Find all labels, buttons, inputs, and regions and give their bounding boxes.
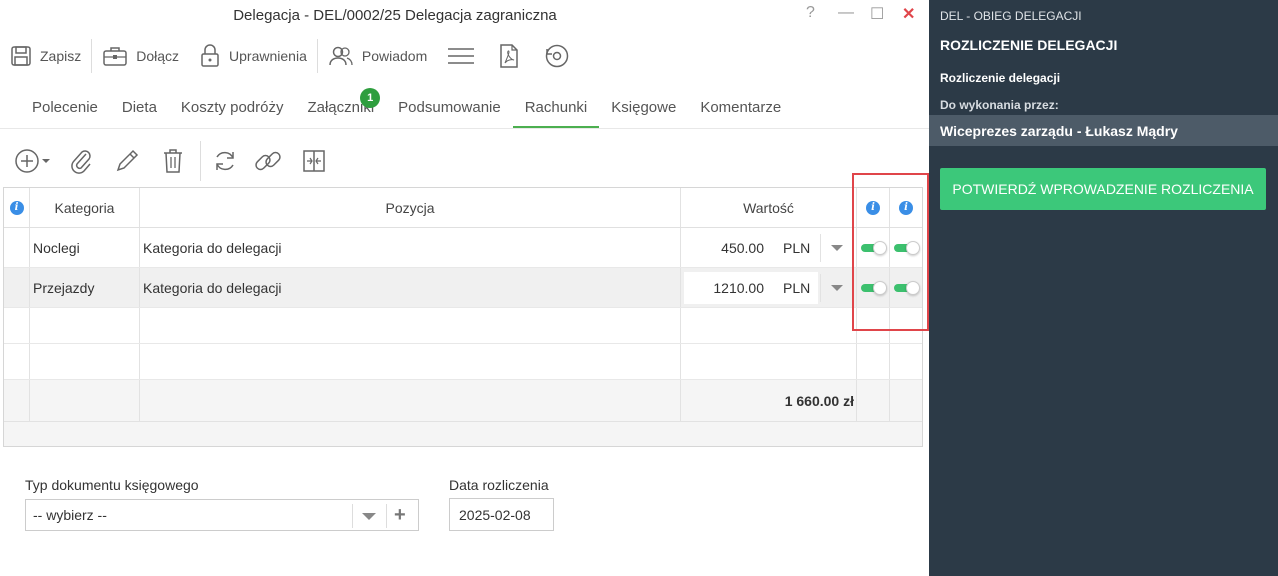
- permissions-label: Uprawnienia: [229, 48, 307, 64]
- toggle-columns-highlight: [852, 173, 929, 331]
- row-category: Przejazdy: [33, 279, 95, 296]
- workflow-name: DEL - OBIEG DELEGACJI: [940, 9, 1082, 23]
- help-icon[interactable]: ?: [806, 4, 815, 22]
- link-icon: [255, 151, 281, 171]
- chevron-down-icon[interactable]: [362, 513, 376, 520]
- total-value: 1 660.00 zł: [784, 392, 854, 409]
- split-button[interactable]: [291, 141, 337, 181]
- row-category: Noclegi: [33, 239, 80, 256]
- hamburger-icon: [448, 48, 475, 64]
- currency-dropdown-icon[interactable]: [831, 285, 843, 291]
- floppy-icon: [11, 46, 31, 66]
- delete-row-button[interactable]: [150, 141, 196, 181]
- window-title: Delegacja - DEL/0002/25 Delegacja zagran…: [233, 7, 557, 24]
- title-bar: Delegacja - DEL/0002/25 Delegacja zagran…: [0, 0, 929, 32]
- maximize-icon[interactable]: ☐: [870, 4, 884, 24]
- header-position[interactable]: Pozycja: [140, 188, 681, 227]
- permissions-button[interactable]: Uprawnienia: [189, 38, 317, 74]
- tab-bar: Polecenie Dieta Koszty podróży Załącznik…: [20, 88, 793, 128]
- header-value[interactable]: Wartość: [681, 188, 857, 227]
- tab-podsumowanie[interactable]: Podsumowanie: [386, 92, 513, 128]
- tab-rachunki[interactable]: Rachunki: [512, 92, 600, 128]
- attach-button[interactable]: Dołącz: [92, 38, 189, 74]
- attachments-count-badge: 1: [360, 88, 381, 108]
- grid-header-row: i Kategoria Pozycja Wartość i i: [4, 188, 922, 228]
- tab-komentarze[interactable]: Komentarze: [688, 92, 793, 128]
- users-icon: [329, 46, 353, 66]
- notify-label: Powiadom: [361, 48, 428, 64]
- refresh-button[interactable]: [205, 141, 245, 181]
- empty-row[interactable]: [4, 344, 922, 380]
- confirm-settlement-button[interactable]: POTWIERDŹ WPROWADZENIE ROZLICZENIA: [940, 168, 1266, 210]
- add-circle-icon: [15, 149, 39, 173]
- row-position: Kategoria do delegacji: [143, 239, 282, 256]
- close-icon[interactable]: ✕: [902, 4, 915, 24]
- row-currency: PLN: [783, 239, 811, 256]
- tab-zalaczniki[interactable]: Załączniki 1: [295, 88, 386, 128]
- history-button[interactable]: [533, 38, 581, 74]
- row-value: 450.00: [721, 239, 764, 256]
- main-toolbar: Zapisz Dołącz Uprawnienia Powiadom: [0, 38, 581, 74]
- doc-type-select[interactable]: -- wybierz -- +: [25, 499, 419, 531]
- save-label: Zapisz: [40, 48, 82, 64]
- workflow-heading: ROZLICZENIE DELEGACJI: [940, 37, 1118, 53]
- row-currency: PLN: [783, 279, 811, 296]
- row-position: Kategoria do delegacji: [143, 279, 282, 296]
- info-icon[interactable]: i: [9, 200, 24, 215]
- history-icon: [545, 44, 569, 68]
- expenses-grid: i Kategoria Pozycja Wartość i i Noclegi …: [3, 187, 923, 447]
- currency-dropdown-icon[interactable]: [831, 245, 843, 251]
- pdf-icon: [500, 44, 518, 68]
- header-category[interactable]: Kategoria: [30, 188, 140, 227]
- pencil-icon: [116, 149, 139, 172]
- tab-polecenie[interactable]: Polecenie: [20, 92, 110, 128]
- pdf-button[interactable]: [485, 38, 533, 74]
- assignee-name: Wiceprezes zarządu - Łukasz Mądry: [940, 123, 1178, 139]
- tab-ksiegowe[interactable]: Księgowe: [599, 92, 688, 128]
- table-row[interactable]: Przejazdy Kategoria do delegacji 1210.00…: [4, 268, 922, 308]
- paperclip-icon: [71, 150, 91, 174]
- refresh-icon: [216, 151, 234, 171]
- summary-row: 1 660.00 zł: [4, 380, 922, 422]
- table-row[interactable]: Noclegi Kategoria do delegacji 450.00 PL…: [4, 228, 922, 268]
- link-button[interactable]: [245, 141, 291, 181]
- edit-row-button[interactable]: [104, 141, 150, 181]
- date-label: Data rozliczenia: [449, 477, 549, 493]
- tabs-divider: [0, 128, 929, 129]
- settlement-date-value: 2025-02-08: [459, 507, 531, 523]
- row-value: 1210.00: [713, 279, 764, 296]
- workflow-side-panel: DEL - OBIEG DELEGACJI ROZLICZENIE DELEGA…: [929, 0, 1278, 576]
- tab-koszty-podrozy[interactable]: Koszty podróży: [169, 92, 296, 128]
- caret-down-icon: [42, 159, 50, 163]
- split-columns-icon: [303, 150, 325, 172]
- minimize-icon[interactable]: —: [838, 4, 854, 22]
- empty-row[interactable]: [4, 308, 922, 344]
- lock-icon: [201, 44, 219, 67]
- trash-icon: [164, 149, 182, 173]
- actions-divider: [200, 141, 201, 181]
- add-row-button[interactable]: [8, 141, 58, 181]
- step-name: Rozliczenie delegacji: [940, 71, 1061, 85]
- notify-button[interactable]: Powiadom: [318, 38, 437, 74]
- header-info-cell: i: [4, 188, 30, 227]
- briefcase-icon: [103, 47, 127, 66]
- doc-type-value: -- wybierz --: [33, 507, 107, 523]
- plus-icon[interactable]: +: [394, 504, 406, 526]
- main-panel: Delegacja - DEL/0002/25 Delegacja zagran…: [0, 0, 929, 576]
- grid-actions-toolbar: [8, 140, 337, 182]
- attach-label: Dołącz: [136, 48, 180, 64]
- save-button[interactable]: Zapisz: [0, 38, 91, 74]
- settlement-date-field[interactable]: 2025-02-08: [449, 498, 554, 531]
- tab-dieta[interactable]: Dieta: [110, 92, 169, 128]
- menu-button[interactable]: [437, 38, 485, 74]
- assignee-bar: Wiceprezes zarządu - Łukasz Mądry: [929, 115, 1278, 146]
- assigned-label: Do wykonania przez:: [940, 98, 1059, 112]
- attach-file-button[interactable]: [58, 141, 104, 181]
- doc-type-label: Typ dokumentu księgowego: [25, 477, 199, 493]
